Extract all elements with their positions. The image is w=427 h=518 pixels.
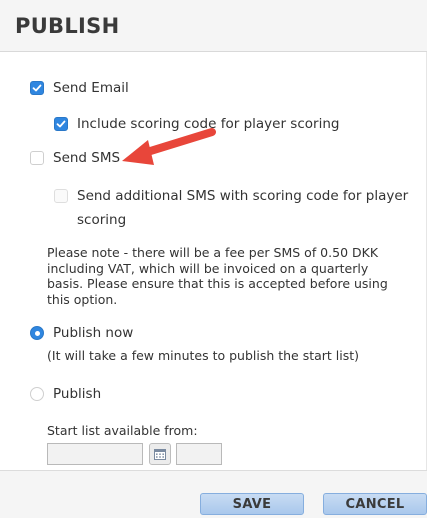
dialog-footer: SAVE CANCEL bbox=[0, 470, 427, 518]
include-scoring-checkbox[interactable] bbox=[54, 117, 68, 131]
publish-options-panel: Send Email Include scoring code for play… bbox=[0, 52, 427, 470]
send-sms-label: Send SMS bbox=[53, 150, 121, 166]
additional-sms-checkbox[interactable] bbox=[54, 189, 68, 203]
send-email-label: Send Email bbox=[53, 80, 129, 96]
send-email-option[interactable]: Send Email bbox=[30, 80, 129, 96]
calendar-button[interactable] bbox=[149, 443, 171, 465]
publish-now-radio[interactable] bbox=[30, 326, 44, 340]
checkmark-icon bbox=[32, 84, 42, 92]
publish-scheduled-radio[interactable] bbox=[30, 387, 44, 401]
publish-now-label: Publish now bbox=[53, 325, 134, 341]
sms-fee-note: Please note - there will be a fee per SM… bbox=[47, 245, 388, 307]
send-sms-option[interactable]: Send SMS bbox=[30, 150, 120, 166]
start-list-label: Start list available from: bbox=[47, 423, 198, 438]
cancel-button[interactable]: CANCEL bbox=[323, 493, 427, 515]
start-time-input[interactable] bbox=[176, 443, 222, 465]
publish-scheduled-label: Publish bbox=[53, 386, 102, 402]
send-sms-checkbox[interactable] bbox=[30, 151, 44, 165]
send-email-checkbox[interactable] bbox=[30, 81, 44, 95]
save-button[interactable]: SAVE bbox=[200, 493, 304, 515]
additional-sms-option[interactable]: Send additional SMS with scoring code fo… bbox=[54, 188, 408, 204]
checkmark-icon bbox=[56, 120, 66, 128]
dialog-header: PUBLISH bbox=[0, 0, 427, 52]
additional-sms-label: Send additional SMS with scoring code fo… bbox=[77, 188, 409, 204]
dialog-title: PUBLISH bbox=[15, 14, 120, 38]
publish-scheduled-option[interactable]: Publish bbox=[30, 386, 101, 402]
calendar-icon bbox=[154, 449, 166, 460]
publish-now-option[interactable]: Publish now bbox=[30, 325, 133, 341]
red-arrow-icon bbox=[122, 128, 216, 165]
publish-now-subtext: (It will take a few minutes to publish t… bbox=[47, 348, 360, 363]
start-date-input[interactable] bbox=[47, 443, 143, 465]
additional-sms-label-continued: scoring bbox=[77, 212, 127, 228]
